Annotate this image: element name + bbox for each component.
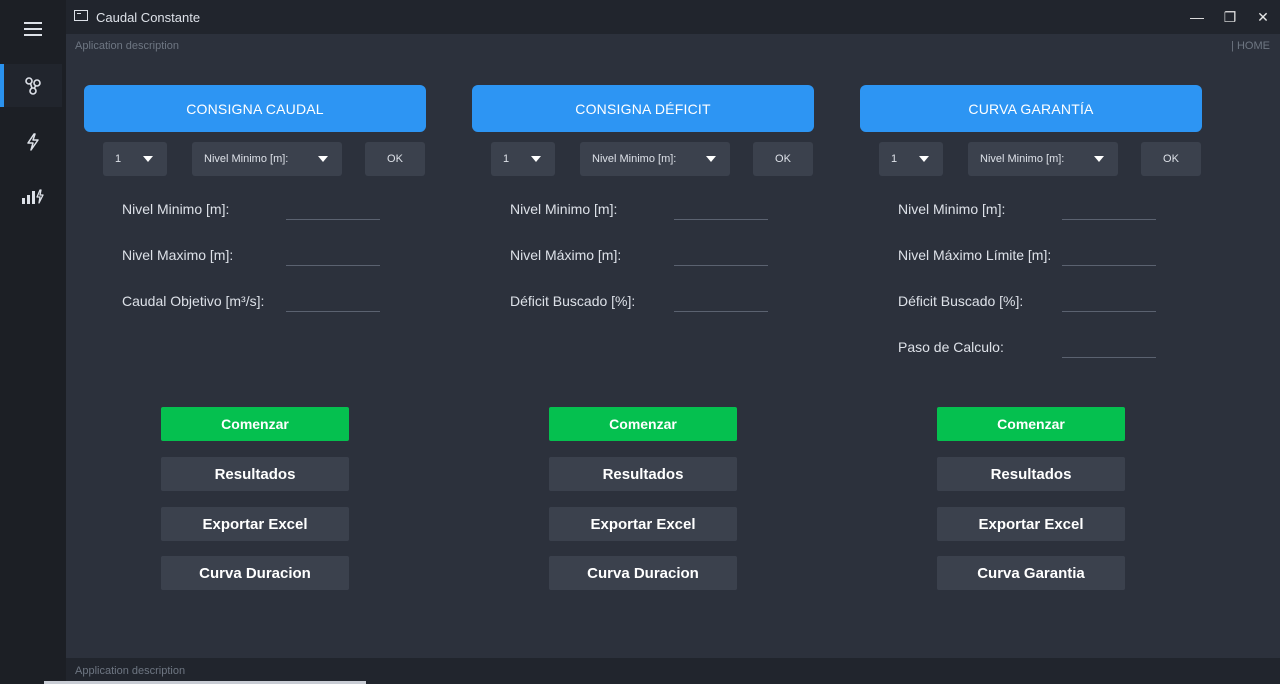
sidebar-item-charts[interactable] (0, 174, 66, 220)
resultados-button[interactable]: Resultados (549, 457, 737, 491)
field-label-nivel-maximo: Nivel Maximo [m]: (122, 247, 234, 263)
comenzar-button[interactable]: Comenzar (161, 407, 349, 441)
input-caudal-objetivo[interactable] (286, 311, 380, 312)
lightning-icon (27, 133, 39, 151)
input-nivel-maximo[interactable] (674, 265, 768, 266)
restore-button[interactable]: ❐ (1213, 0, 1247, 34)
panel-curva-garantia: CURVA GARANTÍA 1 Nivel Minimo [m]: OK Ni… (860, 58, 1202, 658)
sidebar-item-caudal[interactable] (0, 63, 66, 109)
field-label-caudal-objetivo: Caudal Objetivo [m³/s]: (122, 293, 265, 309)
input-paso-calculo[interactable] (1062, 357, 1156, 358)
exportar-excel-button[interactable]: Exportar Excel (549, 507, 737, 541)
resultados-button[interactable]: Resultados (161, 457, 349, 491)
header-consigna-caudal[interactable]: CONSIGNA CAUDAL (84, 85, 426, 132)
panel-consigna-caudal: CONSIGNA CAUDAL 1 Nivel Minimo [m]: OK N… (84, 58, 426, 658)
input-deficit-buscado[interactable] (1062, 311, 1156, 312)
input-nivel-minimo[interactable] (1062, 219, 1156, 220)
app-description-top: Aplication description (75, 40, 179, 52)
sidebar-item-energy[interactable] (0, 119, 66, 165)
number-select[interactable]: 1 (103, 142, 167, 176)
input-nivel-minimo[interactable] (286, 219, 380, 220)
field-label-nivel-minimo: Nivel Minimo [m]: (510, 201, 618, 217)
ok-button[interactable]: OK (365, 142, 425, 176)
hamburger-menu-icon (24, 22, 42, 36)
header-consigna-deficit[interactable]: CONSIGNA DÉFICIT (472, 85, 814, 132)
close-button[interactable]: ✕ (1246, 0, 1280, 34)
description-bar: Aplication description | HOME (66, 34, 1280, 58)
input-deficit-buscado[interactable] (674, 311, 768, 312)
field-select-value: Nivel Minimo [m]: (204, 153, 289, 165)
number-select-value: 1 (891, 153, 898, 165)
sidebar (0, 0, 66, 684)
comenzar-button[interactable]: Comenzar (549, 407, 737, 441)
terminal-icon (74, 10, 88, 21)
panel-consigna-deficit: CONSIGNA DÉFICIT 1 Nivel Minimo [m]: OK … (472, 58, 814, 658)
number-select[interactable]: 1 (491, 142, 555, 176)
exportar-excel-button[interactable]: Exportar Excel (161, 507, 349, 541)
field-label-deficit-buscado: Déficit Buscado [%]: (898, 293, 1024, 309)
main-content: CONSIGNA CAUDAL 1 Nivel Minimo [m]: OK N… (66, 58, 1280, 658)
nodes-icon (25, 77, 41, 95)
chevron-down-icon (531, 156, 541, 162)
exportar-excel-button[interactable]: Exportar Excel (937, 507, 1125, 541)
field-label-nivel-minimo: Nivel Minimo [m]: (122, 201, 230, 217)
field-label-nivel-minimo: Nivel Minimo [m]: (898, 201, 1006, 217)
curva-garantia-button[interactable]: Curva Garantia (937, 556, 1125, 590)
field-select[interactable]: Nivel Minimo [m]: (968, 142, 1118, 176)
field-label-deficit-buscado: Déficit Buscado [%]: (510, 293, 636, 309)
field-select[interactable]: Nivel Minimo [m]: (580, 142, 730, 176)
app-description-bottom: Application description (75, 665, 186, 677)
chevron-down-icon (1094, 156, 1104, 162)
home-link[interactable]: | HOME (1231, 40, 1270, 52)
ok-button[interactable]: OK (1141, 142, 1201, 176)
field-label-nivel-maximo-limite: Nivel Máximo Límite [m]: (898, 247, 1052, 263)
chevron-down-icon (143, 156, 153, 162)
number-select[interactable]: 1 (879, 142, 943, 176)
window-title: Caudal Constante (96, 10, 201, 25)
field-select-value: Nivel Minimo [m]: (980, 153, 1065, 165)
ok-button[interactable]: OK (753, 142, 813, 176)
menu-toggle-button[interactable] (0, 6, 66, 52)
minimize-button[interactable]: — (1180, 0, 1214, 34)
chevron-down-icon (919, 156, 929, 162)
field-select-value: Nivel Minimo [m]: (592, 153, 677, 165)
input-nivel-maximo[interactable] (286, 265, 380, 266)
number-select-value: 1 (503, 153, 510, 165)
header-curva-garantia[interactable]: CURVA GARANTÍA (860, 85, 1202, 132)
chevron-down-icon (706, 156, 716, 162)
input-nivel-maximo-limite[interactable] (1062, 265, 1156, 266)
resultados-button[interactable]: Resultados (937, 457, 1125, 491)
curva-duracion-button[interactable]: Curva Duracion (549, 556, 737, 590)
field-label-paso-calculo: Paso de Calculo: (898, 339, 1004, 355)
chevron-down-icon (318, 156, 328, 162)
field-select[interactable]: Nivel Minimo [m]: (192, 142, 342, 176)
bar-chart-lightning-icon (22, 189, 44, 204)
curva-duracion-button[interactable]: Curva Duracion (161, 556, 349, 590)
title-bar: Caudal Constante — ❐ ✕ (66, 0, 1280, 34)
comenzar-button[interactable]: Comenzar (937, 407, 1125, 441)
input-nivel-minimo[interactable] (674, 219, 768, 220)
field-label-nivel-maximo: Nivel Máximo [m]: (510, 247, 622, 263)
number-select-value: 1 (115, 153, 122, 165)
